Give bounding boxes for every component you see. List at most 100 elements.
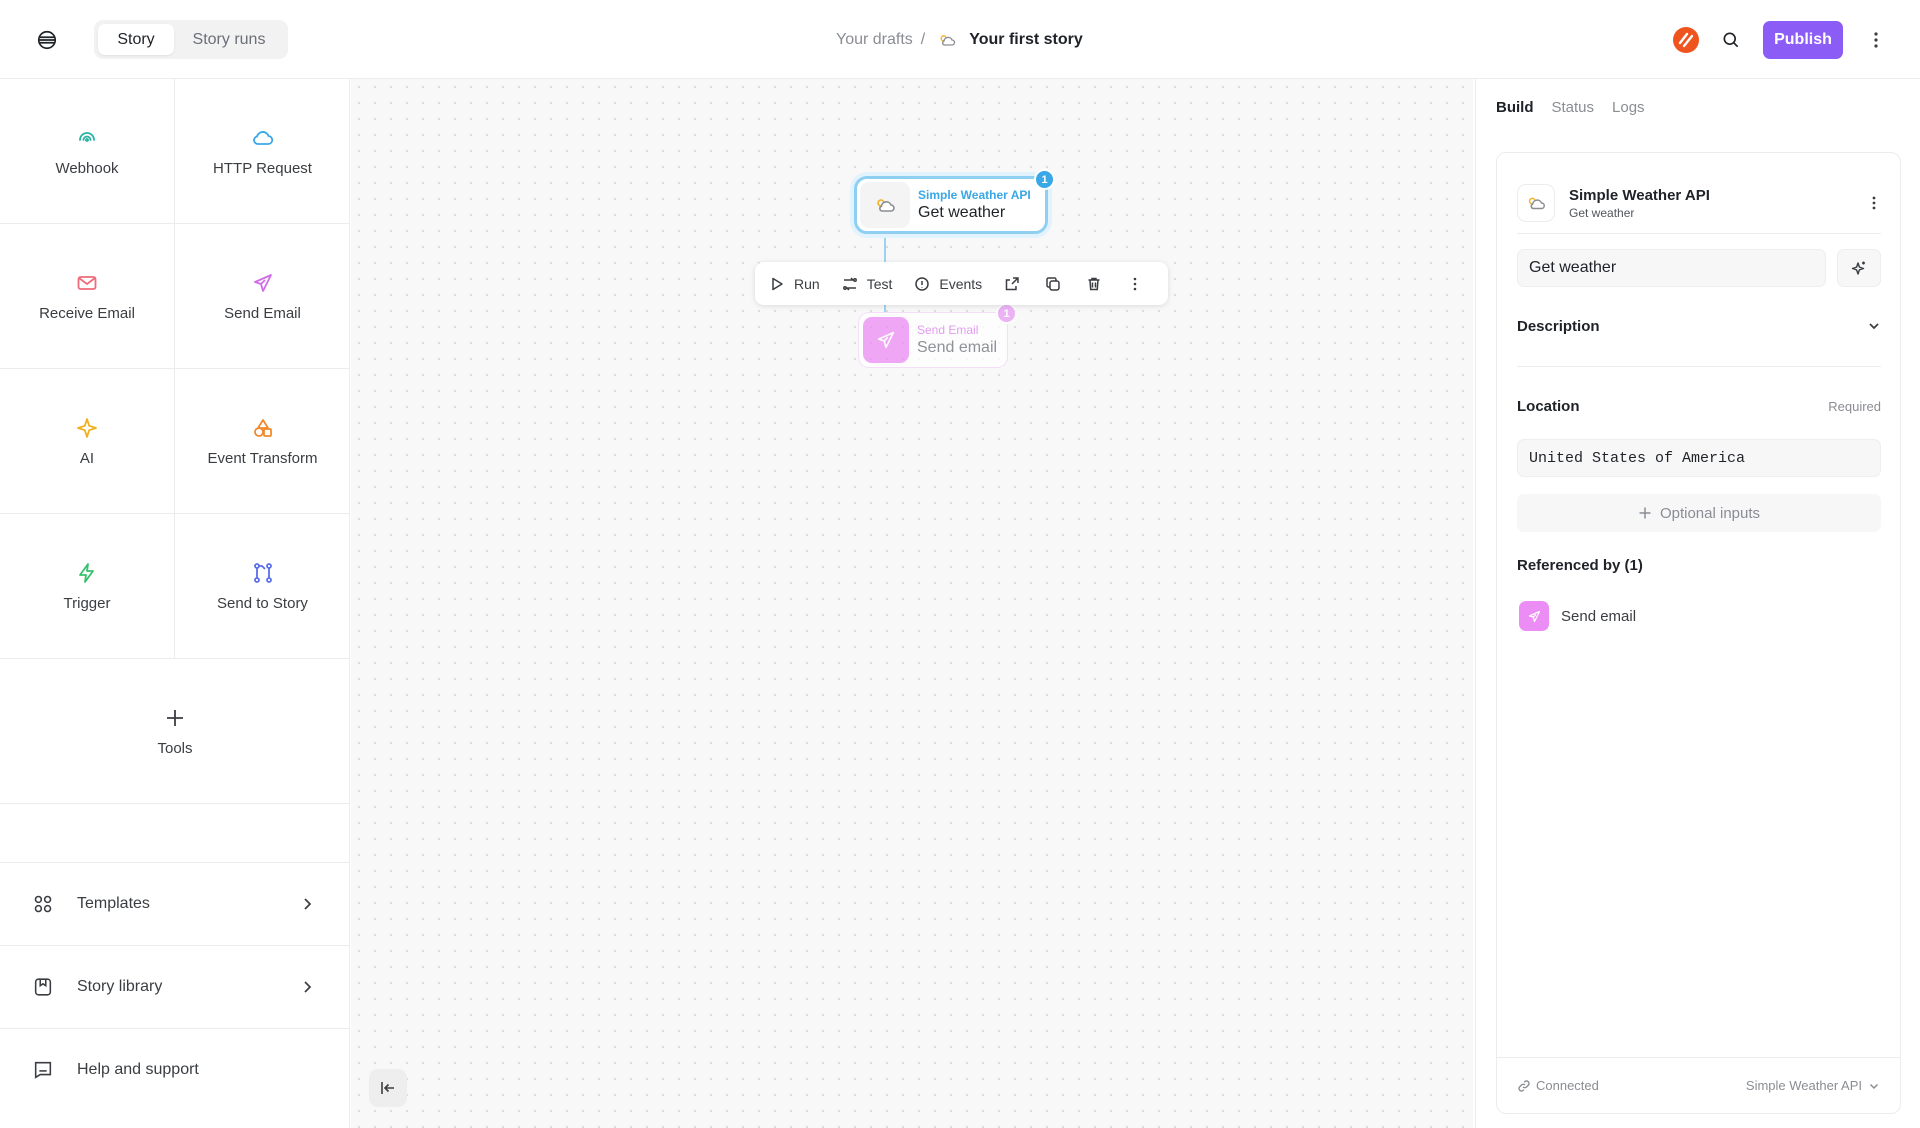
referenced-item-send-email[interactable]: Send email	[1519, 601, 1636, 631]
action-tile-http-request[interactable]: HTTP Request	[175, 79, 350, 224]
connected-label: Connected	[1536, 1078, 1599, 1093]
sidebar-item-help-and-support[interactable]: Help and support	[0, 1028, 350, 1110]
chevron-down-icon	[1869, 323, 1879, 330]
node-title: Send email	[917, 339, 998, 356]
action-tile-webhook[interactable]: Webhook	[0, 79, 175, 224]
divider	[1517, 233, 1881, 234]
test-button[interactable]: Test	[842, 275, 893, 292]
node-kicker: Send Email	[917, 323, 979, 337]
referenced-item-label: Send email	[1561, 607, 1637, 625]
action-tile-send-email[interactable]: Send Email	[175, 224, 350, 369]
search-icon[interactable]	[1721, 30, 1741, 50]
sidebar-item-label: Templates	[77, 894, 150, 912]
branch-icon	[253, 562, 272, 583]
plus-icon	[167, 709, 183, 726]
bolt-icon	[79, 562, 94, 583]
inspector-tabs: Build Status Logs	[1496, 99, 1663, 116]
referenced-by-title: Referenced by (1)	[1517, 557, 1643, 574]
action-tile-event-transform[interactable]: Event Transform	[175, 369, 350, 514]
action-title: Simple Weather API	[1569, 186, 1710, 204]
node-kicker: Simple Weather API	[918, 188, 1031, 202]
node-icon-box	[863, 317, 909, 363]
divider	[1517, 366, 1881, 367]
chevron-right-icon	[304, 897, 312, 910]
node-toolbar: Run Test Events	[755, 262, 1168, 305]
tab-logs[interactable]: Logs	[1612, 99, 1645, 116]
weather-icon	[1528, 197, 1545, 210]
webhook-icon	[79, 131, 95, 142]
ai-suggest-button[interactable]	[1837, 249, 1881, 287]
send-icon	[877, 331, 895, 349]
sidebar-item-label: Help and support	[77, 1060, 199, 1078]
tile-label: Send Email	[224, 304, 301, 322]
export-icon[interactable]	[1004, 276, 1020, 292]
location-field-header: Location Required	[1517, 398, 1881, 415]
sidebar-item-story-library[interactable]: Story library	[0, 945, 350, 1027]
bookmark-icon	[34, 977, 52, 996]
collapse-sidebar-button[interactable]	[369, 1069, 407, 1107]
location-input[interactable]	[1517, 439, 1881, 477]
mail-icon	[77, 275, 97, 290]
more-vertical-icon[interactable]	[1127, 276, 1143, 292]
tab-status[interactable]: Status	[1552, 99, 1595, 116]
actions-sidebar: Webhook HTTP Request Receive Email Send …	[0, 79, 350, 1128]
link-icon	[1518, 1079, 1530, 1092]
description-label: Description	[1517, 317, 1600, 335]
brand-logo-icon[interactable]	[1672, 26, 1700, 54]
credential-footer: Connected Simple Weather API	[1497, 1057, 1900, 1113]
more-vertical-icon[interactable]	[1868, 30, 1884, 50]
action-name-input[interactable]	[1517, 249, 1826, 287]
weather-icon	[877, 199, 895, 212]
test-label: Test	[866, 275, 893, 292]
optional-inputs-button[interactable]: Optional inputs	[1517, 494, 1881, 532]
tab-build[interactable]: Build	[1496, 99, 1534, 116]
view-switcher: Story Story runs	[94, 20, 288, 59]
connection-status: Connected	[1517, 1078, 1599, 1093]
action-tile-tools[interactable]: Tools	[0, 659, 350, 804]
tab-story[interactable]: Story	[98, 24, 174, 55]
tile-label: Tools	[157, 739, 193, 757]
tile-label: Trigger	[63, 594, 111, 612]
events-button[interactable]: Events	[914, 276, 982, 292]
action-config-card: Simple Weather API Get weather Descripti…	[1496, 152, 1901, 1114]
events-label: Events	[939, 275, 983, 292]
cloud-icon	[252, 130, 273, 145]
sidebar-item-templates[interactable]: Templates	[0, 862, 350, 944]
weather-icon	[940, 35, 956, 46]
action-node-get-weather[interactable]: Simple Weather API Get weather 1	[854, 169, 1055, 234]
send-icon	[1528, 610, 1540, 622]
action-tile-trigger[interactable]: Trigger	[0, 514, 175, 659]
run-button[interactable]: Run	[769, 276, 820, 292]
tile-label: Send to Story	[217, 594, 308, 612]
sparkle-icon	[77, 417, 97, 438]
menu-logo-icon[interactable]	[36, 29, 58, 51]
chevron-down-icon	[1869, 1083, 1879, 1089]
tile-label: AI	[79, 449, 95, 467]
tab-story-runs[interactable]: Story runs	[174, 24, 284, 55]
action-node-send-email[interactable]: Send Email Send email 1	[858, 303, 1017, 368]
breadcrumb-drafts[interactable]: Your drafts	[836, 31, 913, 49]
credential-select[interactable]: Simple Weather API	[1746, 1078, 1880, 1093]
story-title[interactable]: Your first story	[969, 31, 1083, 49]
action-tile-send-to-story[interactable]: Send to Story	[175, 514, 350, 659]
top-bar: Story Story runs Your drafts / Your firs…	[0, 0, 1920, 79]
action-inspector-panel: Build Status Logs Simple Weather API Get…	[1475, 79, 1920, 1128]
description-toggle[interactable]: Description	[1517, 311, 1881, 341]
publish-button[interactable]: Publish	[1763, 21, 1843, 59]
action-tile-receive-email[interactable]: Receive Email	[0, 224, 175, 369]
story-canvas[interactable]: Simple Weather API Get weather 1 Send Em…	[351, 79, 1473, 1128]
chevron-right-icon	[304, 980, 312, 993]
grid-icon	[34, 895, 52, 912]
breadcrumb: Your drafts / Your first story	[836, 28, 1083, 52]
copy-icon[interactable]	[1045, 276, 1061, 292]
node-title: Get weather	[918, 204, 1006, 221]
collapse-left-icon	[381, 1082, 394, 1094]
breadcrumb-separator: /	[920, 31, 926, 48]
action-tile-ai[interactable]: AI	[0, 369, 175, 514]
trash-icon[interactable]	[1086, 276, 1102, 292]
plus-icon	[1639, 507, 1651, 519]
run-label: Run	[794, 275, 820, 292]
more-vertical-icon[interactable]	[1867, 194, 1881, 212]
info-icon	[915, 276, 930, 291]
tile-label: Event Transform	[207, 449, 318, 467]
